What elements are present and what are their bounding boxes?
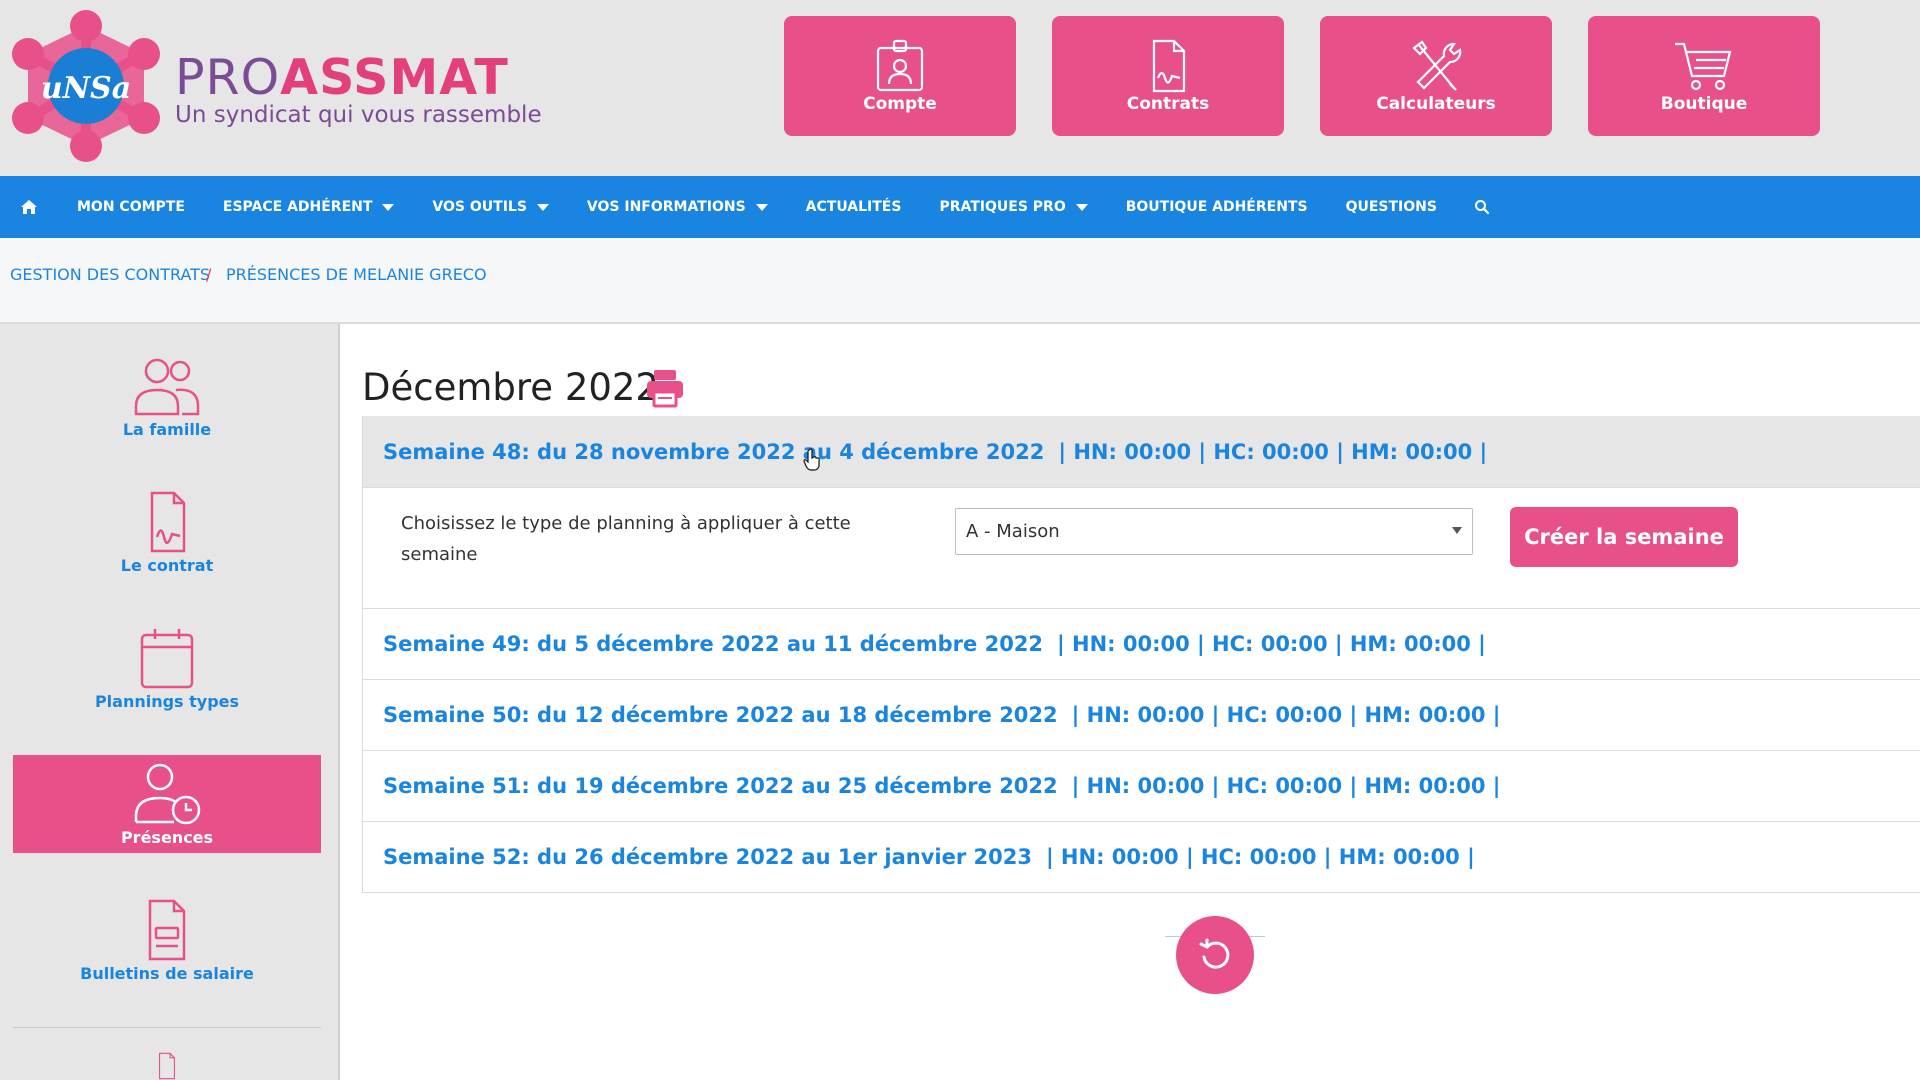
brand-name-assmat: ASSMAT	[280, 49, 509, 106]
main-content: Décembre 2022 Semaine 48: du 28 novembre…	[342, 326, 1920, 1080]
logo-text: uNSa	[41, 71, 131, 106]
nav-espace-adherent-label: ESPACE ADHÉRENT	[222, 199, 373, 215]
sidebar-item-la-famille[interactable]: La famille	[13, 347, 321, 445]
week-list: Semaine 48: du 28 novembre 2022 au 4 déc…	[362, 416, 1920, 893]
nav-questions[interactable]: QUESTIONS	[1327, 176, 1456, 238]
dropdown-arrow-icon	[1452, 527, 1462, 534]
sidebar-item-le-contrat[interactable]: Le contrat	[13, 483, 321, 581]
family-icon	[134, 358, 200, 415]
contrats-label: Contrats	[1126, 94, 1210, 114]
brand-tagline: Un syndicat qui vous rassemble	[175, 102, 542, 128]
week-label: Semaine 52: du 26 décembre 2022 au 1er j…	[383, 845, 1032, 869]
main-nav: MON COMPTE ESPACE ADHÉRENT VOS OUTILS VO…	[0, 176, 1920, 238]
nav-vos-informations-label: VOS INFORMATIONS	[586, 199, 746, 215]
unsa-logo[interactable]: uNSa	[6, 6, 176, 166]
chevron-down-icon	[536, 203, 549, 211]
compte-button[interactable]: Compte	[784, 16, 1016, 136]
nav-vos-outils-label: VOS OUTILS	[432, 199, 527, 215]
week-label: Semaine 49: du 5 décembre 2022 au 11 déc…	[383, 632, 1044, 656]
nav-search-button[interactable]	[1456, 176, 1508, 238]
payslip-icon	[148, 899, 186, 960]
month-title: Décembre 2022	[362, 366, 659, 409]
chevron-down-icon	[382, 203, 395, 211]
site-header: uNSa PROASSMAT Un syndicat qui vous rass…	[0, 0, 1920, 176]
week-label: Semaine 51: du 19 décembre 2022 au 25 dé…	[383, 774, 1058, 798]
week-hours: | HN: 00:00 | HC: 00:00 | HM: 00:00 |	[1045, 845, 1475, 869]
nav-actualites[interactable]: ACTUALITÉS	[787, 176, 921, 238]
document-icon	[159, 1052, 175, 1080]
week-row-51[interactable]: Semaine 51: du 19 décembre 2022 au 25 dé…	[363, 750, 1920, 821]
breadcrumb-presences[interactable]: PRÉSENCES DE MELANIE GRECO	[226, 265, 487, 284]
planning-type-value: A - Maison	[966, 521, 1060, 542]
calculateurs-label: Calculateurs	[1376, 94, 1496, 114]
planning-type-select[interactable]: A - Maison	[955, 508, 1473, 555]
brand-name: PROASSMAT	[175, 50, 542, 106]
sidebar-item-more[interactable]	[13, 1044, 321, 1080]
week-row-48[interactable]: Semaine 48: du 28 novembre 2022 au 4 déc…	[363, 416, 1920, 487]
compte-label: Compte	[863, 94, 937, 114]
contract-sidebar: La famille Le contrat Plannings types Pr…	[0, 324, 340, 1080]
id-badge-icon	[876, 39, 924, 92]
breadcrumb: GESTION DES CONTRATS / PRÉSENCES DE MELA…	[0, 238, 1920, 324]
chevron-down-icon	[755, 203, 768, 211]
sidebar-label-la-famille: La famille	[122, 419, 212, 439]
sidebar-divider	[13, 1027, 321, 1028]
week-row-50[interactable]: Semaine 50: du 12 décembre 2022 au 18 dé…	[363, 679, 1920, 750]
week-hours: | HN: 00:00 | HC: 00:00 | HM: 00:00 |	[1057, 632, 1486, 656]
week-label: Semaine 50: du 12 décembre 2022 au 18 dé…	[383, 703, 1058, 727]
user-clock-icon	[134, 763, 201, 824]
creer-semaine-button[interactable]: Créer la semaine	[1510, 507, 1738, 567]
nav-questions-label: QUESTIONS	[1345, 199, 1437, 215]
sidebar-label-bulletins-de-salaire: Bulletins de salaire	[80, 963, 254, 983]
nav-boutique-adherents-label: BOUTIQUE ADHÉRENTS	[1125, 199, 1308, 215]
planning-type-label: Choisissez le type de planning à appliqu…	[401, 513, 851, 565]
nav-mon-compte[interactable]: MON COMPTE	[58, 176, 204, 238]
week-hours: | HN: 00:00 | HC: 00:00 | HM: 00:00 |	[1071, 774, 1501, 798]
calculateurs-button[interactable]: Calculateurs	[1320, 16, 1552, 136]
brand-block: PROASSMAT Un syndicat qui vous rassemble	[175, 50, 542, 129]
contract-document-icon	[1152, 39, 1186, 93]
home-link[interactable]	[0, 199, 58, 215]
shopping-cart-icon	[1675, 42, 1732, 91]
sidebar-label-plannings-types: Plannings types	[94, 691, 240, 711]
refresh-button[interactable]	[1176, 916, 1254, 994]
nav-mon-compte-label: MON COMPTE	[77, 199, 185, 215]
tools-icon	[1412, 40, 1462, 91]
contract-icon	[150, 491, 186, 552]
breadcrumb-separator: /	[206, 265, 212, 284]
sidebar-label-presences: Présences	[120, 827, 214, 847]
refresh-icon	[1199, 938, 1230, 969]
brand-name-pro: PRO	[175, 49, 281, 106]
breadcrumb-gestion-contrats[interactable]: GESTION DES CONTRATS	[10, 265, 210, 284]
boutique-label: Boutique	[1660, 94, 1748, 114]
chevron-down-icon	[1075, 203, 1088, 211]
sidebar-item-bulletins-de-salaire[interactable]: Bulletins de salaire	[13, 891, 321, 989]
nav-espace-adherent[interactable]: ESPACE ADHÉRENT	[204, 176, 414, 238]
nav-pratiques-pro[interactable]: PRATIQUES PRO	[920, 176, 1106, 238]
sidebar-item-plannings-types[interactable]: Plannings types	[13, 619, 321, 717]
nav-vos-outils[interactable]: VOS OUTILS	[413, 176, 567, 238]
nav-pratiques-pro-label: PRATIQUES PRO	[939, 199, 1066, 215]
printer-icon[interactable]	[645, 368, 685, 408]
contrats-button[interactable]: Contrats	[1052, 16, 1284, 136]
calendar-icon	[140, 628, 194, 688]
week-hours: | HN: 00:00 | HC: 00:00 | HM: 00:00 |	[1058, 439, 1488, 464]
sidebar-label-le-contrat: Le contrat	[120, 555, 214, 575]
week-row-52[interactable]: Semaine 52: du 26 décembre 2022 au 1er j…	[363, 821, 1920, 892]
search-icon	[1474, 200, 1490, 215]
week-48-panel: Choisissez le type de planning à appliqu…	[363, 487, 1920, 608]
nav-vos-informations[interactable]: VOS INFORMATIONS	[568, 176, 787, 238]
week-label: Semaine 48: du 28 novembre 2022 au 4 déc…	[383, 439, 1045, 464]
home-icon	[21, 200, 37, 214]
boutique-button[interactable]: Boutique	[1588, 16, 1820, 136]
sidebar-item-presences[interactable]: Présences	[13, 755, 321, 853]
week-row-49[interactable]: Semaine 49: du 5 décembre 2022 au 11 déc…	[363, 608, 1920, 679]
nav-actualites-label: ACTUALITÉS	[805, 199, 902, 215]
nav-boutique-adherents[interactable]: BOUTIQUE ADHÉRENTS	[1107, 176, 1327, 238]
week-hours: | HN: 00:00 | HC: 00:00 | HM: 00:00 |	[1071, 703, 1501, 727]
